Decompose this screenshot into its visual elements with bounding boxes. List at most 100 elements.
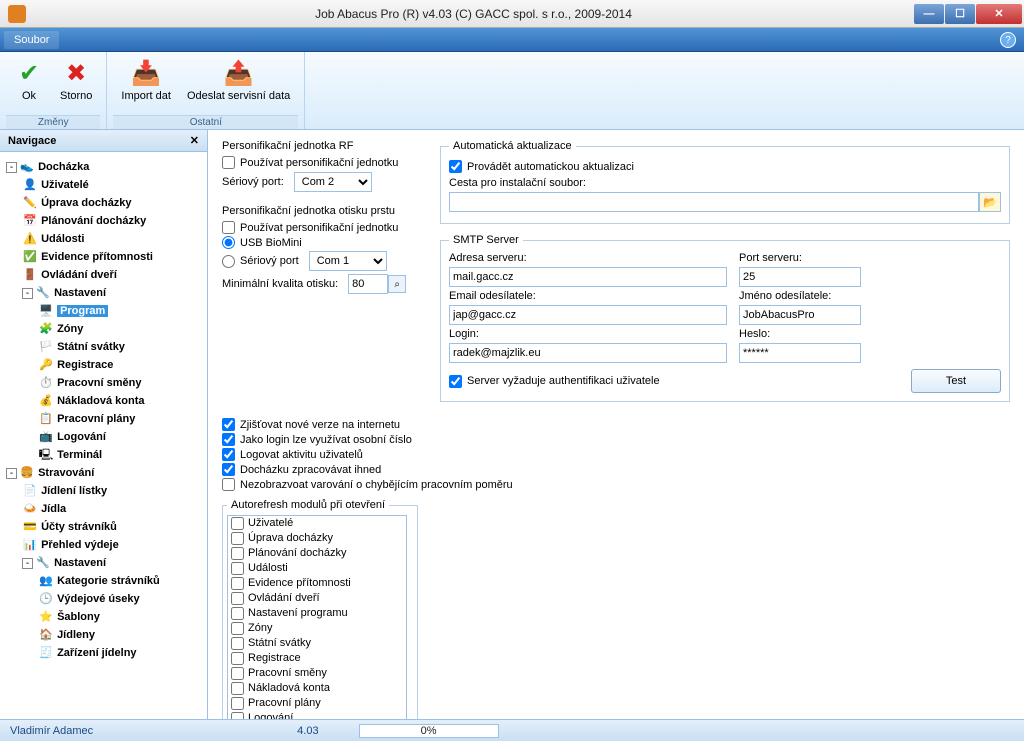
rf-port-select[interactable]: Com 2	[294, 172, 372, 192]
tree-listky[interactable]: Jídlení lístky	[41, 485, 107, 497]
autorefresh-item[interactable]: Zóny	[228, 621, 406, 636]
chk-login-ocislo[interactable]: Jako login lze využívat osobní číslo	[222, 433, 1010, 446]
auto-path-input[interactable]	[449, 192, 979, 212]
nav-tree[interactable]: -👟 Docházka 👤 Uživatelé ✏️ Úprava docház…	[0, 152, 207, 719]
auto-update-checkbox[interactable]: Provádět automatickou aktualizaci	[449, 160, 1001, 173]
meal-icon: 🍛	[22, 500, 38, 518]
list-icon: 📄	[22, 482, 38, 500]
tree-udalosti[interactable]: Události	[41, 233, 84, 245]
finger-scan-button[interactable]: ⌕	[388, 275, 406, 293]
smtp-email-input[interactable]	[449, 305, 727, 325]
autorefresh-list[interactable]: Uživatelé Úprava docházky Plánování doch…	[227, 515, 407, 719]
smtp-pass-input[interactable]	[739, 343, 861, 363]
tree-program[interactable]: Program	[57, 305, 108, 317]
autorefresh-item[interactable]: Pracovní plány	[228, 696, 406, 711]
browse-folder-icon[interactable]: 📂	[979, 192, 1001, 212]
app-icon	[8, 5, 26, 23]
tree-jidleny[interactable]: Jídleny	[57, 629, 95, 641]
cross-icon: ✖	[61, 58, 91, 88]
min-quality-label: Minimální kvalita otisku:	[222, 278, 338, 290]
tree-toggle[interactable]: -	[6, 162, 17, 173]
tree-planovani[interactable]: Plánování docházky	[41, 215, 146, 227]
tree-zarizeni[interactable]: Zařízení jídelny	[57, 647, 136, 659]
tree-vydej[interactable]: Výdejové úseky	[57, 593, 140, 605]
tree-toggle[interactable]: -	[22, 558, 33, 569]
settings-form: Personifikační jednotka RF Používat pers…	[208, 130, 1024, 719]
tree-sablony[interactable]: Šablony	[57, 611, 100, 623]
tree-registrace[interactable]: Registrace	[57, 359, 113, 371]
tree-prehled[interactable]: Přehled výdeje	[41, 539, 119, 551]
finger-port-select[interactable]: Com 1	[309, 251, 387, 271]
nav-close-icon[interactable]: ✕	[190, 134, 199, 147]
tree-jidla[interactable]: Jídla	[41, 503, 66, 515]
autorefresh-item[interactable]: Pracovní směny	[228, 666, 406, 681]
chk-internet[interactable]: Zjišťovat nové verze na internetu	[222, 418, 1010, 431]
chk-no-warn[interactable]: Nezobrazvoat varování o chybějícím praco…	[222, 478, 1010, 491]
navigation-panel: Navigace ✕ -👟 Docházka 👤 Uživatelé ✏️ Úp…	[0, 130, 208, 719]
usb-biomini-radio[interactable]: USB BioMini	[222, 236, 422, 249]
tree-nastaveni1[interactable]: Nastavení	[54, 287, 106, 299]
autorefresh-item[interactable]: Plánování docházky	[228, 546, 406, 561]
help-icon[interactable]: ?	[1000, 32, 1016, 48]
autorefresh-fieldset: Autorefresh modulů při otevření Uživatel…	[222, 499, 418, 719]
finger-use-checkbox[interactable]: Používat personifikační jednotku	[222, 221, 422, 234]
autorefresh-item[interactable]: Ovládání dveří	[228, 591, 406, 606]
send-service-button[interactable]: 📤 Odeslat servisní data	[179, 56, 298, 104]
menu-file[interactable]: Soubor	[4, 31, 59, 49]
serial-port-radio[interactable]: Sériový port	[222, 255, 299, 268]
tree-nastaveni2[interactable]: Nastavení	[54, 557, 106, 569]
settings-icon: 🔧	[35, 554, 51, 572]
autorefresh-item[interactable]: Nákladová konta	[228, 681, 406, 696]
smtp-test-button[interactable]: Test	[911, 369, 1001, 393]
autorefresh-item[interactable]: Události	[228, 561, 406, 576]
tree-dvere[interactable]: Ovládání dveří	[41, 269, 117, 281]
smtp-login-input[interactable]	[449, 343, 727, 363]
tree-zony[interactable]: Zóny	[57, 323, 83, 335]
tree-uprava[interactable]: Úprava docházky	[41, 197, 131, 209]
ribbon-group-changes: ✔ Ok ✖ Storno Změny	[0, 52, 107, 129]
smtp-name-input[interactable]	[739, 305, 861, 325]
tree-plany[interactable]: Pracovní plány	[57, 413, 135, 425]
autorefresh-item[interactable]: Registrace	[228, 651, 406, 666]
minimize-button[interactable]: —	[914, 4, 944, 24]
smtp-auth-checkbox[interactable]: Server vyžaduje authentifikaci uživatele	[449, 375, 660, 388]
door-icon: 🚪	[22, 266, 38, 284]
settings-icon: 🔧	[35, 284, 51, 302]
smtp-pass-label: Heslo:	[739, 328, 861, 340]
autorefresh-item[interactable]: Nastavení programu	[228, 606, 406, 621]
chk-process-now[interactable]: Docházku zpracovávat ihned	[222, 463, 1010, 476]
autorefresh-item[interactable]: Uživatelé	[228, 516, 406, 531]
smtp-fieldset: SMTP Server Adresa serveru: Port serveru…	[440, 234, 1010, 402]
cancel-button[interactable]: ✖ Storno	[52, 56, 100, 104]
account-icon: 💳	[22, 518, 38, 536]
tree-uzivatele[interactable]: Uživatelé	[41, 179, 89, 191]
rf-use-checkbox[interactable]: Používat personifikační jednotku	[222, 156, 422, 169]
maximize-button[interactable]: ☐	[945, 4, 975, 24]
tree-toggle[interactable]: -	[22, 288, 33, 299]
chk-log-activity[interactable]: Logovat aktivitu uživatelů	[222, 448, 1010, 461]
tree-svatky[interactable]: Státní svátky	[57, 341, 125, 353]
smtp-addr-input[interactable]	[449, 267, 727, 287]
tree-evidence[interactable]: Evidence přítomnosti	[41, 251, 153, 263]
autorefresh-item[interactable]: Logování	[228, 711, 406, 719]
tree-logovani[interactable]: Logování	[57, 431, 106, 443]
autorefresh-item[interactable]: Evidence přítomnosti	[228, 576, 406, 591]
log-icon: 📺	[38, 428, 54, 446]
tree-nakladova[interactable]: Nákladová konta	[57, 395, 144, 407]
ok-button[interactable]: ✔ Ok	[6, 56, 52, 104]
autorefresh-item[interactable]: Státní svátky	[228, 636, 406, 651]
tree-dochazka[interactable]: Docházka	[38, 161, 89, 173]
min-quality-input[interactable]	[348, 274, 388, 294]
tree-ucty[interactable]: Účty strávníků	[41, 521, 117, 533]
smtp-port-input[interactable]	[739, 267, 861, 287]
tree-smeny[interactable]: Pracovní směny	[57, 377, 141, 389]
send-icon: 📤	[224, 58, 254, 88]
tree-stravovani[interactable]: Stravování	[38, 467, 94, 479]
tree-terminal[interactable]: Terminál	[57, 449, 102, 461]
close-button[interactable]: ✕	[976, 4, 1022, 24]
autorefresh-item[interactable]: Úprava docházky	[228, 531, 406, 546]
category-icon: 👥	[38, 572, 54, 590]
tree-toggle[interactable]: -	[6, 468, 17, 479]
tree-kategorie[interactable]: Kategorie strávníků	[57, 575, 160, 587]
import-button[interactable]: 📥 Import dat	[113, 56, 179, 104]
